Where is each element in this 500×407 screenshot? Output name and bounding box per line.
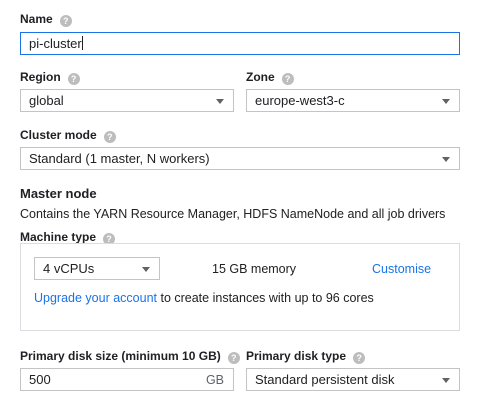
zone-select[interactable]: europe-west3-c (246, 89, 460, 112)
disk-size-unit: GB (205, 373, 224, 387)
name-label: Name? (20, 12, 72, 27)
help-icon[interactable]: ? (353, 352, 366, 364)
memory-text: 15 GB memory (212, 262, 297, 276)
name-input[interactable]: pi-cluster (20, 32, 460, 55)
customise-link[interactable]: Customise (372, 262, 431, 276)
master-node-title: Master node (20, 186, 97, 201)
chevron-down-icon (142, 267, 150, 272)
help-icon[interactable]: ? (67, 73, 80, 85)
upgrade-account-link[interactable]: Upgrade your account (34, 291, 157, 305)
disk-size-label: Primary disk size (minimum 10 GB)? (20, 349, 240, 364)
zone-label: Zone? (246, 70, 294, 85)
disk-type-select[interactable]: Standard persistent disk (246, 368, 460, 391)
region-select[interactable]: global (20, 89, 234, 112)
disk-type-label: Primary disk type? (246, 349, 366, 364)
region-label: Region? (20, 70, 80, 85)
chevron-down-icon (442, 157, 450, 162)
machine-type-card: 4 vCPUs 15 GB memory Customise Upgrade y… (20, 243, 460, 331)
cpu-select[interactable]: 4 vCPUs (34, 257, 160, 280)
master-node-description: Contains the YARN Resource Manager, HDFS… (20, 207, 446, 221)
upgrade-message: Upgrade your account to create instances… (34, 291, 374, 305)
help-icon[interactable]: ? (227, 352, 240, 364)
text-cursor (81, 36, 83, 50)
cluster-mode-label: Cluster mode? (20, 128, 116, 143)
chevron-down-icon (442, 99, 450, 104)
help-icon[interactable]: ? (103, 131, 116, 143)
help-icon[interactable]: ? (281, 73, 294, 85)
chevron-down-icon (216, 99, 224, 104)
help-icon[interactable]: ? (59, 15, 72, 27)
disk-size-input[interactable]: 500 GB (20, 368, 234, 391)
chevron-down-icon (442, 378, 450, 383)
cluster-mode-select[interactable]: Standard (1 master, N workers) (20, 147, 460, 170)
